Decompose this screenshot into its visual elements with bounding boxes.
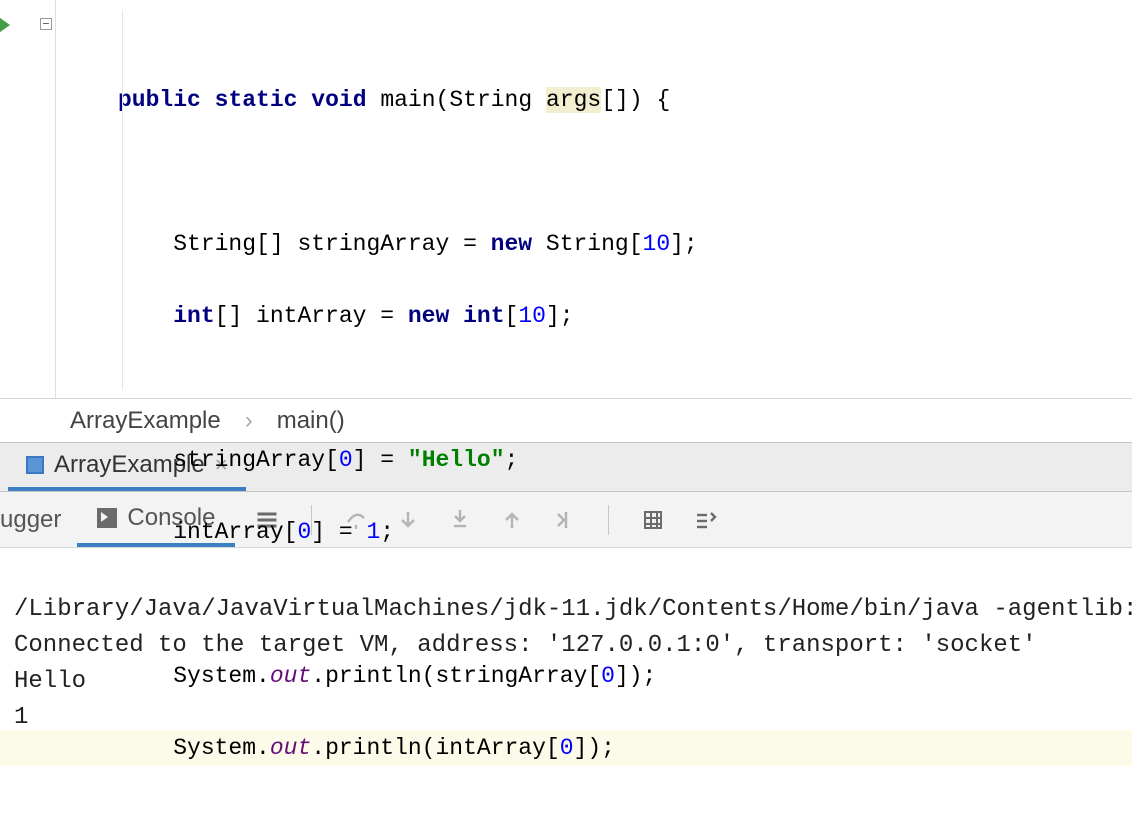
code-text[interactable]: public static void main(String args[]) {… [56, 0, 1132, 398]
code-line: stringArray[0] = "Hello"; [118, 442, 1132, 478]
console-icon [97, 508, 117, 528]
code-line: intArray[0] = 1; [118, 514, 1132, 550]
editor-gutter[interactable] [0, 0, 56, 398]
indent-guide [122, 10, 123, 390]
code-line: public static void main(String args[]) { [118, 82, 1132, 118]
application-icon [26, 456, 44, 474]
code-line: System.out.println(stringArray[0]); [118, 658, 1132, 694]
console-line: Hello [14, 668, 86, 695]
code-editor[interactable]: public static void main(String args[]) {… [0, 0, 1132, 398]
code-line: int[] intArray = new int[10]; [118, 298, 1132, 334]
code-line [118, 586, 1132, 622]
fold-handle-icon[interactable] [40, 18, 52, 30]
code-line: String[] stringArray = new String[10]; [118, 226, 1132, 262]
console-line: 1 [14, 704, 28, 731]
code-line [118, 370, 1132, 406]
run-gutter-icon[interactable] [0, 15, 10, 35]
tab-debugger[interactable]: ugger [0, 492, 77, 547]
code-line-current: System.out.println(intArray[0]); [0, 730, 1132, 766]
code-line [118, 154, 1132, 190]
